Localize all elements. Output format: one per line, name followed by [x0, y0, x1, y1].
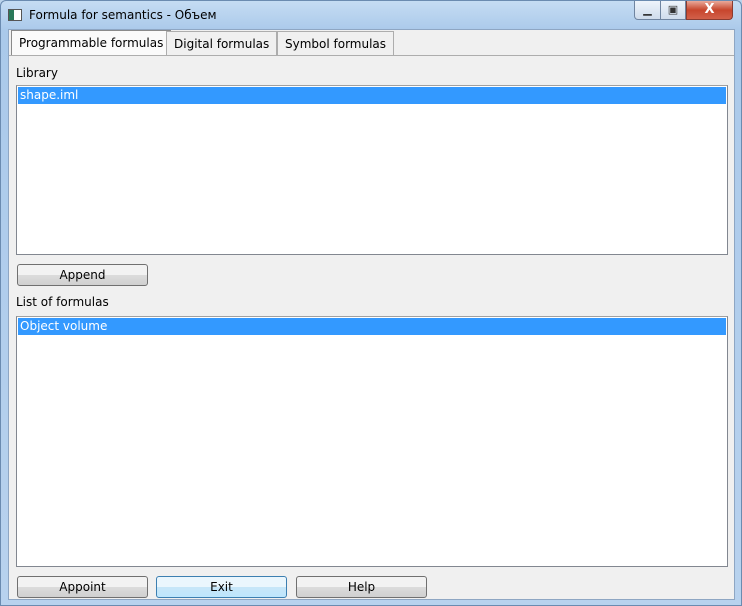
exit-button[interactable]: Exit	[156, 576, 287, 598]
library-label: Library	[16, 66, 58, 80]
close-icon: X	[704, 2, 715, 17]
dialog-window: Formula for semantics - Объем ▁ ▣ X Prog…	[0, 0, 742, 606]
formulas-list[interactable]: Object volume	[16, 316, 728, 567]
close-button[interactable]: X	[686, 1, 733, 20]
append-button[interactable]: Append	[17, 264, 148, 286]
app-icon	[8, 9, 22, 21]
minimize-icon: ▁	[643, 3, 652, 16]
formula-item[interactable]: Object volume	[18, 318, 726, 335]
maximize-button[interactable]: ▣	[660, 1, 686, 20]
maximize-icon: ▣	[667, 3, 679, 16]
library-list[interactable]: shape.iml	[16, 85, 728, 255]
appoint-button[interactable]: Appoint	[17, 576, 148, 598]
tab-pane: Library shape.iml Append List of formula…	[9, 55, 734, 599]
tab-digital-formulas[interactable]: Digital formulas	[166, 31, 278, 55]
minimize-button[interactable]: ▁	[634, 1, 661, 20]
formulas-label: List of formulas	[16, 295, 109, 309]
tab-programmable-formulas[interactable]: Programmable formulas	[11, 30, 172, 56]
library-item[interactable]: shape.iml	[18, 87, 726, 104]
client-area: Programmable formulas Digital formulas S…	[8, 29, 735, 600]
tab-symbol-formulas[interactable]: Symbol formulas	[277, 31, 395, 55]
window-title: Formula for semantics - Объем	[29, 8, 217, 22]
help-button[interactable]: Help	[296, 576, 427, 598]
